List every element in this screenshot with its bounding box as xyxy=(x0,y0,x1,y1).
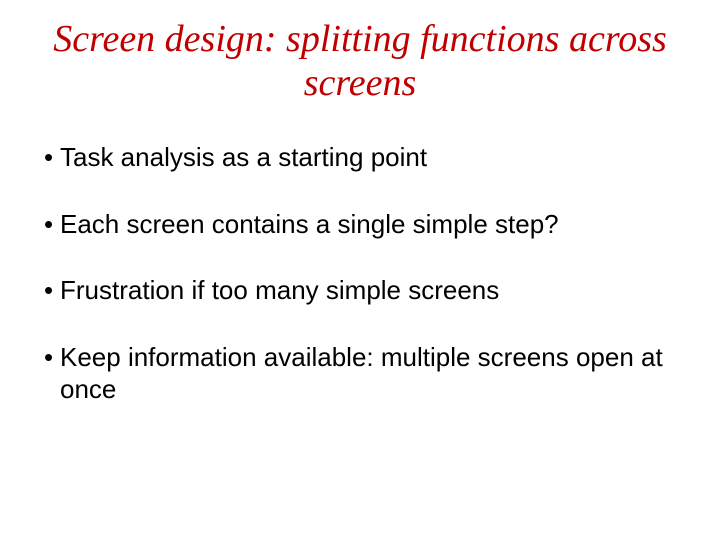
bullet-text: Keep information available: multiple scr… xyxy=(60,342,663,405)
bullet-item: Task analysis as a starting point xyxy=(38,141,690,174)
slide-title: Screen design: splitting functions acros… xyxy=(30,18,690,105)
bullet-item: Frustration if too many simple screens xyxy=(38,274,690,307)
bullet-text: Each screen contains a single simple ste… xyxy=(60,209,559,239)
bullet-text: Task analysis as a starting point xyxy=(60,142,427,172)
slide: Screen design: splitting functions acros… xyxy=(0,0,720,540)
bullet-item: Each screen contains a single simple ste… xyxy=(38,208,690,241)
bullet-item: Keep information available: multiple scr… xyxy=(38,341,690,406)
bullet-text: Frustration if too many simple screens xyxy=(60,275,499,305)
bullet-list: Task analysis as a starting point Each s… xyxy=(30,141,690,406)
